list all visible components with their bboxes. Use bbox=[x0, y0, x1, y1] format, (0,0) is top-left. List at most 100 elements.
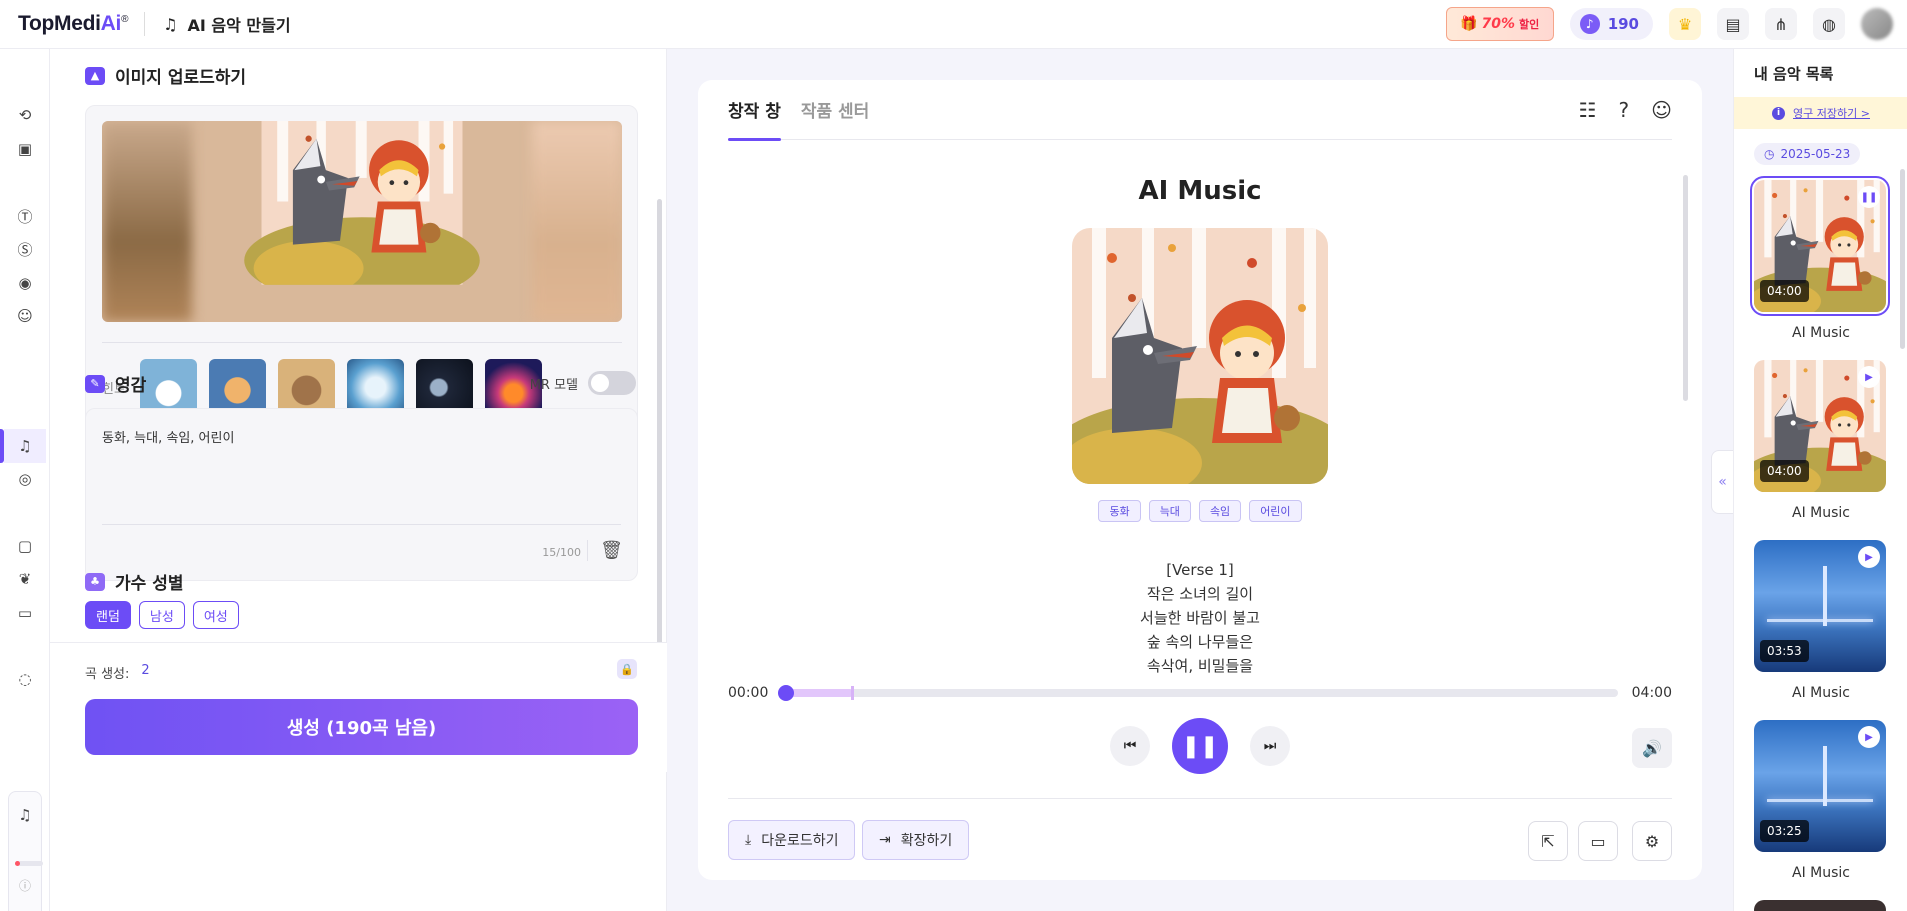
mini-progress bbox=[15, 861, 43, 866]
lyric-line: 숲 속의 나무들은 bbox=[1146, 633, 1254, 651]
song-card-2[interactable]: ▶ 04:00 bbox=[1754, 360, 1886, 492]
current-time: 00:00 bbox=[728, 685, 769, 701]
voice-clone-icon[interactable]: ☺ bbox=[15, 306, 35, 326]
generate-area: 곡 생성: 2 🔒 생성 (190곡 남음) bbox=[50, 642, 667, 772]
top-bar: TopMediAi® ♫ AI 음악 만들기 🎁 70% 할인 ♪ 190 ♛ … bbox=[0, 0, 1907, 49]
char-counter: 15/100 bbox=[542, 546, 581, 559]
mr-model-switch[interactable] bbox=[588, 371, 636, 395]
video-icon[interactable]: ▣ bbox=[15, 139, 35, 159]
share-icon[interactable]: ⇱ bbox=[1528, 821, 1568, 861]
audio-icon[interactable]: ◉ bbox=[15, 273, 35, 293]
credits-badge[interactable]: ♪ 190 bbox=[1569, 8, 1653, 40]
singer-icon: ♣ bbox=[85, 572, 105, 591]
edit-note-icon: ✎ bbox=[85, 374, 105, 393]
left-nav-rail: ⟲ ▣ Ⓣ Ⓢ ◉ ☺ ♫ ◎ ▢ ❦ ▭ ◌ ♫ ⓘ + bbox=[0, 49, 50, 911]
previous-track-icon[interactable]: ⏮ bbox=[1110, 726, 1150, 766]
tab-works-center[interactable]: 작품 센터 bbox=[801, 80, 869, 140]
discord-icon[interactable]: ☺ bbox=[1651, 98, 1672, 122]
permanent-save-banner[interactable]: i 영구 저장하기 > bbox=[1734, 97, 1907, 129]
avatar[interactable] bbox=[1861, 8, 1893, 40]
volume-icon[interactable]: 🔊 bbox=[1632, 728, 1672, 768]
next-track-icon[interactable]: ⏭ bbox=[1250, 726, 1290, 766]
crown-icon[interactable]: ♛ bbox=[1669, 8, 1701, 40]
my-music-list-title: 내 음악 목록 bbox=[1754, 65, 1834, 83]
chat-icon[interactable]: ◌ bbox=[15, 669, 35, 689]
extend-icon: ⇥ bbox=[879, 832, 891, 848]
song-card-1[interactable]: ❚❚ 04:00 bbox=[1750, 176, 1890, 316]
progress-track[interactable] bbox=[778, 685, 1618, 701]
song-card-5[interactable] bbox=[1754, 900, 1886, 911]
gender-female-button[interactable]: 여성 bbox=[192, 601, 239, 629]
lyrics-scrollbar[interactable] bbox=[1683, 175, 1688, 401]
creation-window: 창작 창 작품 센터 ☷ ? ☺ AI Music 동화 늑대 속임 어린이 [… bbox=[698, 80, 1702, 880]
create-settings-panel: ▲ 이미지 업로드하기 힌트 ✎ 영감 MR 모델 동화, 늑대, 속임, 어린… bbox=[50, 49, 667, 911]
song-title: AI Music bbox=[1138, 176, 1262, 206]
mini-music-icon[interactable]: ♫ bbox=[15, 805, 35, 825]
cover-artwork bbox=[1072, 228, 1328, 484]
playback-controls: ⏮ ❚❚ ⏭ bbox=[698, 718, 1702, 774]
leaf-icon[interactable]: ❦ bbox=[15, 569, 35, 589]
ai-box-icon[interactable]: ▢ bbox=[15, 536, 35, 556]
download-icon: ⤓ bbox=[745, 832, 752, 848]
topbar-divider bbox=[144, 12, 146, 36]
voice-changer-icon[interactable]: Ⓢ bbox=[15, 239, 35, 259]
download-button[interactable]: ⤓ 다운로드하기 bbox=[728, 820, 856, 860]
song-card-label: AI Music bbox=[1792, 865, 1850, 881]
song-card-3[interactable]: ▶ 03:53 bbox=[1754, 540, 1886, 672]
playback-timeline: 00:00 04:00 bbox=[728, 685, 1672, 701]
generate-button[interactable]: 생성 (190곡 남음) bbox=[85, 699, 638, 755]
settings-gear-icon[interactable]: ⚙ bbox=[1632, 821, 1672, 861]
gender-section-title: ♣ 가수 성별 bbox=[85, 569, 183, 594]
mr-model-toggle-row: MR 모델 bbox=[530, 371, 636, 395]
trash-icon[interactable]: 🗑 bbox=[587, 540, 623, 561]
disc-icon[interactable]: ◎ bbox=[15, 469, 35, 489]
page-title: ♫ AI 음악 만들기 bbox=[163, 14, 291, 36]
music-icon[interactable]: ♫ bbox=[15, 436, 35, 456]
right-panel-scrollbar[interactable] bbox=[1900, 169, 1905, 349]
comment-icon[interactable]: ▭ bbox=[1578, 821, 1618, 861]
uploaded-image-preview[interactable] bbox=[102, 121, 622, 322]
song-card-4[interactable]: ▶ 03:25 bbox=[1754, 720, 1886, 852]
fairytale-artwork bbox=[192, 121, 532, 322]
topmediai-logo[interactable]: TopMediAi® bbox=[18, 12, 128, 36]
collapse-sidebar-icon[interactable]: « bbox=[1711, 450, 1733, 514]
extend-button[interactable]: ⇥ 확장하기 bbox=[862, 820, 970, 860]
clock-icon: ◷ bbox=[1764, 147, 1775, 161]
tag[interactable]: 속임 bbox=[1198, 500, 1242, 522]
globe-icon[interactable]: ◍ bbox=[1813, 8, 1845, 40]
my-music-list-panel: 내 음악 목록 i 영구 저장하기 > ◷ 2025-05-23 ❚❚ 04:0… bbox=[1733, 49, 1907, 911]
tag[interactable]: 어린이 bbox=[1249, 500, 1302, 522]
credit-note-icon: ♪ bbox=[1579, 14, 1600, 34]
lock-icon[interactable]: 🔒 bbox=[617, 659, 637, 679]
share-network-icon[interactable]: ⋔ bbox=[1765, 8, 1797, 40]
info-icon[interactable]: ⓘ bbox=[15, 875, 35, 895]
play-icon[interactable]: ▶ bbox=[1858, 366, 1880, 388]
gender-random-button[interactable]: 랜덤 bbox=[85, 601, 131, 629]
date-chip: ◷ 2025-05-23 bbox=[1754, 143, 1861, 165]
tag[interactable]: 늑대 bbox=[1148, 500, 1191, 522]
lyrics: [Verse 1] 작은 소녀의 길이 서늘한 바람이 불고 숲 속의 나무들은… bbox=[698, 558, 1702, 676]
history-icon[interactable]: ⟲ bbox=[15, 105, 35, 125]
help-icon[interactable]: ? bbox=[1619, 98, 1630, 122]
gender-male-button[interactable]: 남성 bbox=[138, 601, 185, 629]
image-icon: ▲ bbox=[85, 66, 105, 85]
play-icon[interactable]: ▶ bbox=[1858, 546, 1880, 568]
text-to-speech-icon[interactable]: Ⓣ bbox=[15, 206, 35, 226]
progress-knob[interactable] bbox=[778, 685, 795, 701]
song-card-label: AI Music bbox=[1792, 685, 1850, 701]
pause-icon[interactable]: ❚❚ bbox=[1858, 186, 1880, 208]
discount-promo-button[interactable]: 🎁 70% 할인 bbox=[1445, 7, 1554, 41]
pause-icon[interactable]: ❚❚ bbox=[1172, 718, 1228, 774]
gender-options: 랜덤 남성 여성 bbox=[85, 601, 239, 629]
lyric-line: 서늘한 바람이 불고 bbox=[1140, 609, 1260, 627]
song-tags: 동화 늑대 속임 어린이 bbox=[698, 500, 1702, 522]
info-icon: i bbox=[1772, 106, 1786, 120]
play-icon[interactable]: ▶ bbox=[1858, 726, 1880, 748]
tab-create[interactable]: 창작 창 bbox=[728, 80, 781, 141]
folder-icon[interactable]: ▭ bbox=[15, 603, 35, 623]
inspiration-textarea[interactable]: 동화, 늑대, 속임, 어린이 15/100 🗑 bbox=[85, 408, 638, 581]
album-cover bbox=[1072, 228, 1328, 484]
calendar-icon[interactable]: ▤ bbox=[1717, 8, 1749, 40]
tag[interactable]: 동화 bbox=[1098, 500, 1141, 522]
checklist-icon[interactable]: ☷ bbox=[1579, 98, 1597, 122]
